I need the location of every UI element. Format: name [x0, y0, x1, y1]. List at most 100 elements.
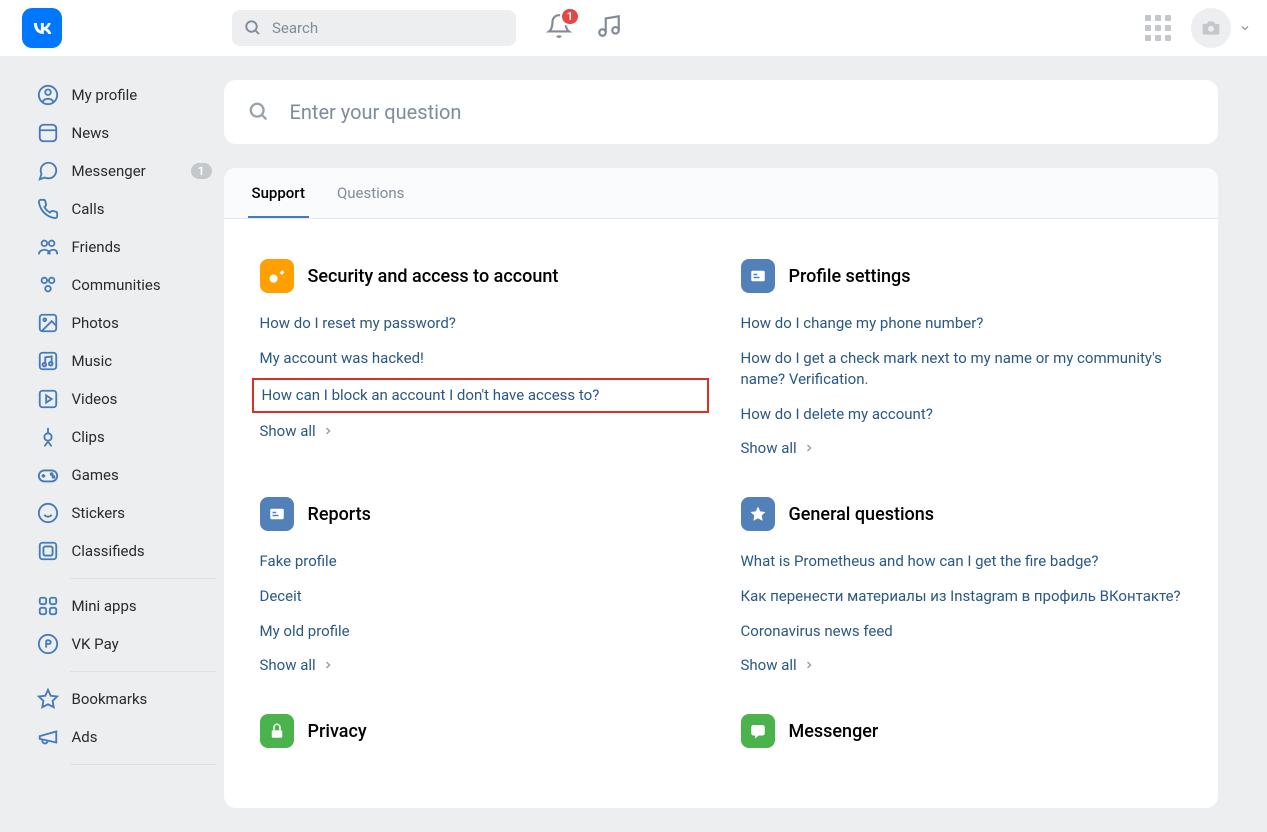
messenger-icon [741, 714, 775, 748]
section-general: General questions What is Prometheus and… [741, 497, 1182, 674]
sidebar-item-calls[interactable]: Calls [28, 190, 224, 228]
sidebar-separator [70, 671, 216, 672]
section-title: Messenger [789, 721, 879, 742]
faq-link[interactable]: What is Prometheus and how can I get the… [741, 551, 1182, 572]
report-icon [260, 497, 294, 531]
section-title: General questions [789, 504, 935, 525]
faq-link[interactable]: My old profile [260, 621, 701, 642]
tab-support[interactable]: Support [248, 168, 309, 218]
news-icon [36, 121, 60, 145]
clips-icon [36, 425, 60, 449]
bookmark-icon [36, 687, 60, 711]
sidebar-item-ads[interactable]: Ads [28, 718, 224, 756]
videos-icon [36, 387, 60, 411]
faq-link[interactable]: Coronavirus news feed [741, 621, 1182, 642]
sections-grid: Security and access to account How do I … [224, 219, 1218, 808]
tab-questions[interactable]: Questions [333, 168, 408, 218]
friends-icon [36, 235, 60, 259]
vkpay-icon [36, 632, 60, 656]
show-all-link[interactable]: Show all [741, 656, 1182, 674]
photos-icon [36, 311, 60, 335]
sidebar-item-stickers[interactable]: Stickers [28, 494, 224, 532]
sidebar-item-vkpay[interactable]: VK Pay [28, 625, 224, 663]
chevron-right-icon [803, 442, 815, 454]
profile-menu[interactable] [1191, 8, 1251, 48]
faq-link[interactable]: How do I reset my password? [260, 313, 701, 334]
notifications-button[interactable]: 1 [546, 13, 572, 43]
sidebar-separator [70, 764, 216, 765]
phone-icon [36, 197, 60, 221]
show-all-link[interactable]: Show all [741, 439, 1182, 457]
messenger-badge: 1 [191, 163, 212, 179]
header-search-placeholder: Search [272, 19, 318, 37]
search-question-card [224, 80, 1218, 144]
music-button[interactable] [596, 13, 622, 43]
faq-link[interactable]: Fake profile [260, 551, 701, 572]
sidebar-item-news[interactable]: News [28, 114, 224, 152]
stickers-icon [36, 501, 60, 525]
section-title: Privacy [308, 721, 367, 742]
miniapps-icon [36, 594, 60, 618]
sidebar-item-photos[interactable]: Photos [28, 304, 224, 342]
chevron-down-icon [1239, 22, 1251, 34]
sidebar-item-videos[interactable]: Videos [28, 380, 224, 418]
notif-badge: 1 [560, 7, 580, 26]
lock-icon [260, 714, 294, 748]
sidebar-item-communities[interactable]: Communities [28, 266, 224, 304]
search-icon [244, 19, 262, 37]
header-right [1145, 8, 1251, 48]
camera-icon [1201, 18, 1221, 38]
music-icon [596, 13, 622, 39]
show-all-link[interactable]: Show all [260, 422, 701, 440]
header-search[interactable]: Search [232, 10, 516, 46]
apps-grid-icon[interactable] [1145, 15, 1171, 41]
faq-link[interactable]: How do I delete my account? [741, 404, 1182, 425]
sidebar-item-profile[interactable]: My profile [28, 76, 224, 114]
faq-link[interactable]: My account was hacked! [260, 348, 701, 369]
card-icon [741, 259, 775, 293]
faq-link-highlighted[interactable]: How can I block an account I don't have … [252, 378, 709, 413]
games-icon [36, 463, 60, 487]
faq-link[interactable]: How do I change my phone number? [741, 313, 1182, 334]
sidebar-item-clips[interactable]: Clips [28, 418, 224, 456]
sidebar-item-bookmarks[interactable]: Bookmarks [28, 680, 224, 718]
ads-icon [36, 725, 60, 749]
key-icon [260, 259, 294, 293]
user-icon [36, 83, 60, 107]
chevron-right-icon [322, 425, 334, 437]
vk-logo[interactable] [22, 8, 62, 48]
avatar [1191, 8, 1231, 48]
section-title: Reports [308, 504, 371, 525]
search-icon [248, 101, 270, 123]
section-profile: Profile settings How do I change my phon… [741, 259, 1182, 457]
chevron-right-icon [322, 659, 334, 671]
sidebar-item-friends[interactable]: Friends [28, 228, 224, 266]
section-reports: Reports Fake profile Deceit My old profi… [260, 497, 701, 674]
section-security: Security and access to account How do I … [260, 259, 701, 457]
sidebar-item-music[interactable]: Music [28, 342, 224, 380]
sidebar-item-games[interactable]: Games [28, 456, 224, 494]
faq-link[interactable]: Как перенести материалы из Instagram в п… [741, 586, 1182, 607]
communities-icon [36, 273, 60, 297]
sidebar-item-classifieds[interactable]: Classifieds [28, 532, 224, 570]
sidebar-item-miniapps[interactable]: Mini apps [28, 587, 224, 625]
faq-link[interactable]: How do I get a check mark next to my nam… [741, 348, 1182, 390]
sidebar-item-messenger[interactable]: Messenger1 [28, 152, 224, 190]
section-messenger: Messenger [741, 714, 1182, 768]
main-content: Support Questions Security and access to… [224, 56, 1218, 832]
header-icons: 1 [546, 13, 622, 43]
music-nav-icon [36, 349, 60, 373]
tabs: Support Questions [224, 168, 1218, 219]
faq-link[interactable]: Deceit [260, 586, 701, 607]
content-card: Support Questions Security and access to… [224, 168, 1218, 808]
section-title: Profile settings [789, 266, 911, 287]
classifieds-icon [36, 539, 60, 563]
chevron-right-icon [803, 659, 815, 671]
star-icon [741, 497, 775, 531]
question-input[interactable] [290, 100, 1194, 124]
show-all-link[interactable]: Show all [260, 656, 701, 674]
sidebar: My profile News Messenger1 Calls Friends… [14, 56, 224, 832]
header: Search 1 [0, 0, 1267, 56]
sidebar-separator [70, 578, 216, 579]
section-privacy: Privacy [260, 714, 701, 768]
